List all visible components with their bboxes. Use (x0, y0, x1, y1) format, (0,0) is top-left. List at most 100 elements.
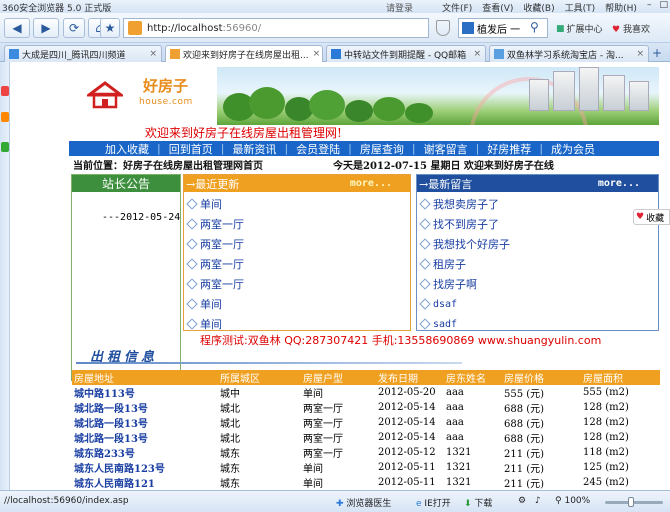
close-icon[interactable]: × (309, 49, 321, 59)
download-button[interactable]: ⬇ 下载 (464, 496, 492, 509)
star-icon: ★ (104, 21, 116, 35)
nav-register[interactable]: 成为会员 (543, 141, 603, 157)
list-item[interactable]: 两室一厅 (186, 274, 410, 294)
ie-open-button[interactable]: e IE打开 (416, 496, 451, 509)
address-url: http://localhost:56960/ (147, 23, 261, 34)
price-cell: 211 (元) (504, 479, 545, 490)
list-item[interactable]: dsaf (419, 294, 658, 314)
mute-icon[interactable]: ♪ (535, 496, 541, 506)
notice-title: 站长公告 (72, 175, 180, 192)
address-link[interactable]: 城北路一段13号 (72, 415, 218, 430)
layout-cell: 单间 (303, 479, 323, 490)
list-item[interactable]: 单间 (186, 314, 410, 334)
list-item[interactable]: 单间 (186, 194, 410, 214)
forward-button[interactable]: ▶ (33, 18, 59, 38)
messages-more-link[interactable]: more... (598, 178, 640, 189)
bookmark-button[interactable]: ★ (100, 18, 120, 38)
address-link[interactable]: 城北路一段13号 (72, 430, 218, 445)
item-label: 两室一厅 (200, 238, 244, 251)
tab-label: 大成是四川_腾讯四川频道 (22, 50, 126, 61)
tab-taobao-store[interactable]: 双鱼林学习系统淘宝店 - 淘... × (489, 45, 649, 62)
tab-tencent-sichuan[interactable]: 大成是四川_腾讯四川频道 × (4, 45, 162, 62)
tab-house-rental[interactable]: 欢迎来到好房子在线房屋出租... × (165, 45, 323, 62)
list-item[interactable]: 两室一厅 (186, 254, 410, 274)
district-cell: 城东 (220, 479, 240, 490)
district-cell: 城北 (220, 434, 240, 445)
zoom-slider-handle[interactable] (628, 497, 634, 507)
close-icon[interactable]: × (469, 49, 481, 59)
refresh-icon: ⟳ (68, 21, 80, 35)
window-controls: – □ (647, 0, 668, 10)
item-label: sadf (433, 318, 458, 330)
date-cell: 2012-05-14 (378, 417, 436, 428)
address-bar[interactable]: http://localhost:56960/ (123, 18, 429, 38)
favorite-button[interactable]: ♥ 我喜欢 (612, 22, 650, 35)
district-cell: 城北 (220, 419, 240, 430)
title-bar: 360安全浏览器 5.0 正式版 请登录 文件(F) 查看(V) 收藏(B) 工… (0, 0, 670, 14)
nav-recommend[interactable]: 好房推荐 (479, 141, 539, 157)
latest-messages-title: →最新留言 (419, 177, 473, 191)
nav-home[interactable]: 回到首页 (161, 141, 221, 157)
floating-favorite-button[interactable]: ♥ 收藏 (633, 209, 670, 225)
logo-area: 好房子 house.com (69, 67, 217, 125)
price-cell: 688 (元) (504, 404, 545, 415)
address-link[interactable]: 城东人民南路121 (72, 475, 218, 490)
status-bar: //localhost:56960/index.asp ✚ 浏览器医生 e IE… (0, 490, 670, 512)
updates-more-link[interactable]: more... (350, 178, 392, 189)
sidebar-weibo-icon[interactable] (1, 86, 9, 96)
diamond-icon (186, 258, 198, 270)
ie-open-label: IE打开 (424, 499, 451, 509)
refresh-button[interactable]: ⟳ (63, 18, 85, 38)
district-cell: 城东 (220, 464, 240, 475)
extensions-button[interactable]: ■ 扩展中心 (556, 22, 603, 36)
address-link[interactable]: 城中路113号 (72, 385, 218, 400)
diamond-icon (419, 218, 431, 230)
floating-favorite-label: 收藏 (646, 213, 665, 224)
nav-news[interactable]: 最新资讯 (224, 141, 284, 157)
url-host: http://localhost (147, 22, 223, 34)
price-cell: 211 (元) (504, 464, 545, 475)
site-favicon-icon (170, 49, 180, 59)
minimize-icon[interactable]: – (647, 0, 652, 10)
list-item[interactable]: 单间 (186, 294, 410, 314)
new-tab-plus-icon[interactable]: + (652, 46, 662, 60)
nav-add-favorite[interactable]: 加入收藏 (69, 141, 157, 157)
address-link[interactable]: 城东路233号 (72, 445, 218, 460)
breadcrumb: 当前位置：好房子在线房屋出租管理网首页 (73, 161, 263, 172)
back-button[interactable]: ◀ (4, 18, 30, 38)
nav-member-login[interactable]: 会员登陆 (288, 141, 348, 157)
list-item[interactable]: 租房子 (419, 254, 658, 274)
list-item[interactable]: 找不到房子了 (419, 214, 658, 234)
shield-icon[interactable] (436, 20, 450, 36)
nav-guestbook[interactable]: 谢客留言 (416, 141, 476, 157)
list-item[interactable]: 两室一厅 (186, 234, 410, 254)
date-cell: 2012-05-14 (378, 402, 436, 413)
address-link[interactable]: 城东人民南路123号 (72, 460, 218, 475)
building-decoration (553, 71, 575, 111)
close-icon[interactable]: × (632, 49, 644, 59)
tab-qq-mail[interactable]: 中转站文件到期提醒 - QQ邮箱 × (326, 45, 486, 62)
list-item[interactable]: 我想找个好房子 (419, 234, 658, 254)
maximize-icon[interactable]: □ (659, 0, 668, 10)
search-icon[interactable]: ⚲ (530, 20, 539, 34)
zoom-slider[interactable] (605, 501, 663, 504)
list-item[interactable]: sadf (419, 314, 658, 334)
zoom-button[interactable]: ⚲ 100% (555, 496, 590, 506)
list-item[interactable]: 两室一厅 (186, 214, 410, 234)
landlord-cell: aaa (446, 432, 464, 443)
page-tools-icon[interactable]: ⚙ (518, 496, 526, 506)
close-icon[interactable]: × (145, 49, 157, 59)
nav-house-search[interactable]: 房屋查询 (352, 141, 412, 157)
table-row: 城北路一段13号 城北 两室一厅 2012-05-14 aaa 688 (元) … (72, 430, 660, 445)
browser-doctor-button[interactable]: ✚ 浏览器医生 (336, 496, 391, 509)
list-item[interactable]: 我想卖房子了 (419, 194, 658, 214)
landlord-cell: aaa (446, 402, 464, 413)
address-link[interactable]: 城北路一段13号 (72, 400, 218, 415)
list-item[interactable]: 找房子啊 (419, 274, 658, 294)
building-decoration (529, 79, 549, 111)
layout-cell: 两室一厅 (303, 449, 343, 460)
house-logo-icon (87, 81, 123, 109)
table-row: 城东人民南路121 城东 单间 2012-05-11 1321 211 (元) … (72, 475, 660, 490)
sidebar-tool-icon[interactable] (1, 142, 9, 152)
sidebar-app-icon[interactable] (1, 112, 9, 122)
